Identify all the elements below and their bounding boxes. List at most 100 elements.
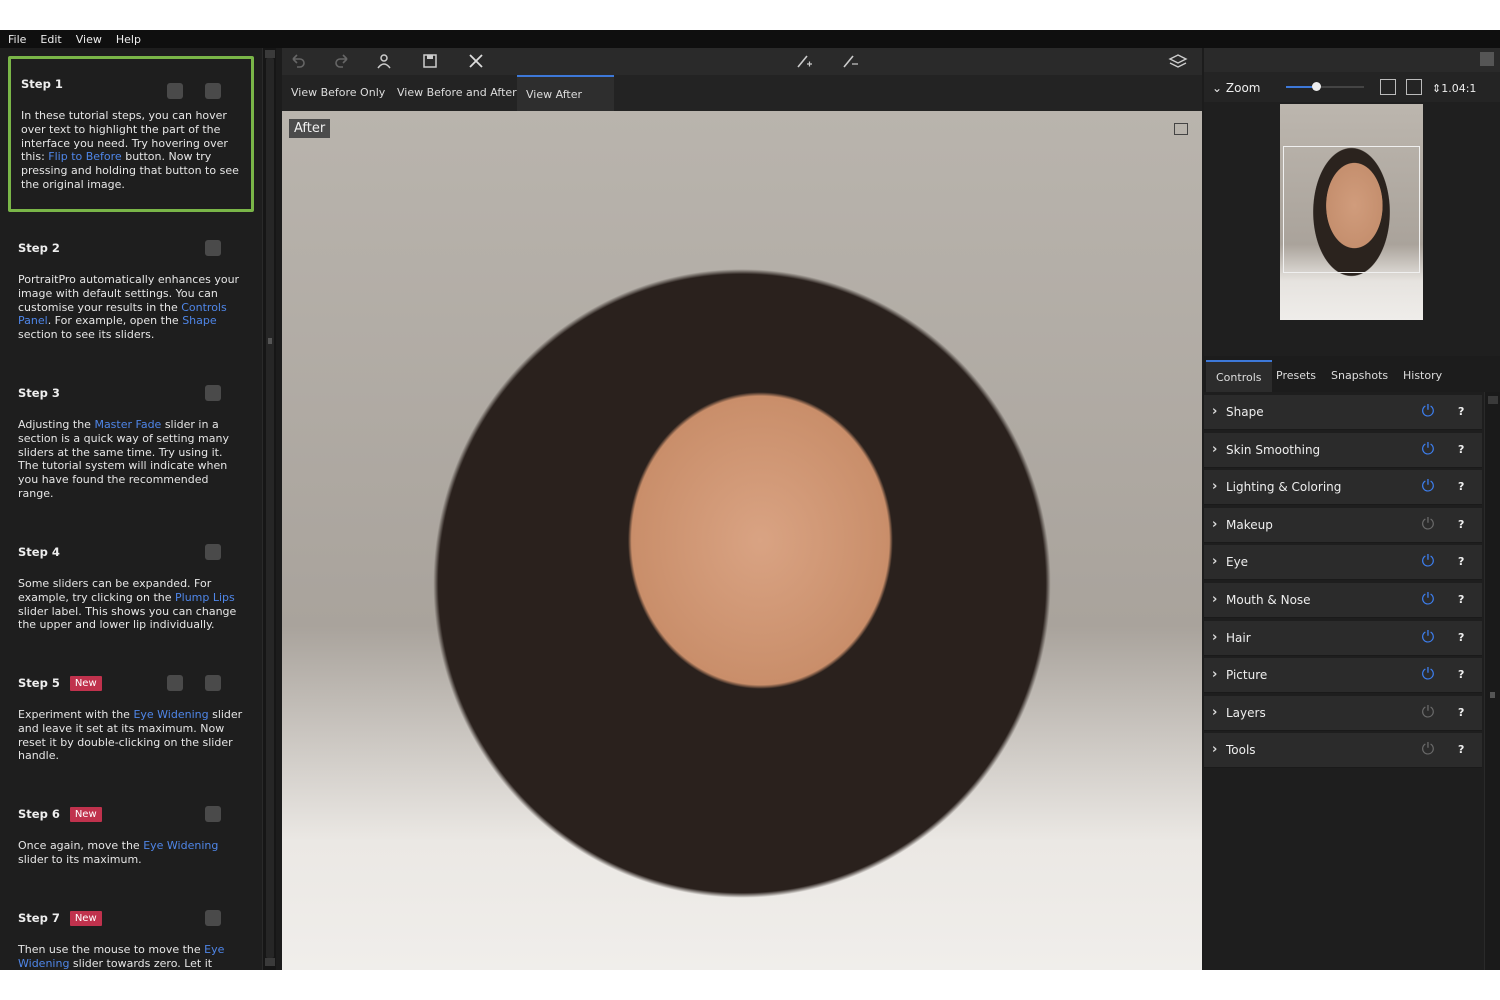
section-picture[interactable]: › Picture ⏻? [1204,658,1482,694]
power-icon[interactable]: ⏻ [1420,741,1436,757]
tab-presets[interactable]: Presets [1266,360,1326,392]
section-label[interactable]: Skin Smoothing [1226,443,1320,457]
brush-remove-icon[interactable] [840,52,860,72]
tutorial-highlight-link[interactable]: Plump Lips [175,591,235,604]
chevron-right-icon[interactable]: › [1212,742,1217,757]
zoom-face-icon[interactable] [1406,79,1422,95]
thumbs-down-icon[interactable] [167,83,183,99]
panel-options-icon[interactable] [1480,52,1494,66]
zoom-label[interactable]: ⌄ Zoom [1212,81,1260,95]
controls-scrollbar[interactable] [1484,392,1500,970]
scroll-up-arrow[interactable] [1488,396,1498,404]
tutorial-step-1[interactable]: Step 1 In these tutorial steps, you can … [8,56,254,212]
power-icon[interactable]: ⏻ [1420,553,1436,569]
photo-canvas[interactable]: After [282,111,1202,970]
popout-icon[interactable] [1174,123,1188,135]
tutorial-highlight-link[interactable]: Master Fade [94,418,161,431]
tutorial-step-3[interactable]: Step 3 Adjusting the Master Fade slider … [8,377,254,527]
section-label[interactable]: Makeup [1226,518,1273,532]
chevron-right-icon[interactable]: › [1212,517,1217,532]
power-icon[interactable]: ⏻ [1420,515,1436,532]
help-icon[interactable]: ? [1458,593,1464,606]
undo-icon[interactable] [288,52,308,72]
section-label[interactable]: Lighting & Coloring [1226,480,1341,494]
tutorial-highlight-link[interactable]: Eye Widening [143,839,218,852]
section-label[interactable]: Hair [1226,631,1251,645]
help-icon[interactable]: ? [1458,443,1464,456]
help-icon[interactable]: ? [1458,631,1464,644]
help-icon[interactable]: ? [1458,706,1464,719]
chevron-right-icon[interactable]: › [1212,554,1217,569]
thumbs-up-icon[interactable] [205,544,221,560]
thumbs-up-icon[interactable] [205,806,221,822]
power-icon[interactable]: ⏻ [1420,703,1436,720]
chevron-right-icon[interactable]: › [1212,404,1217,419]
navigator-viewport-box[interactable] [1283,146,1420,273]
chevron-right-icon[interactable]: › [1212,667,1217,682]
menu-file[interactable]: File [8,33,26,46]
help-icon[interactable]: ? [1458,668,1464,681]
scroll-down-arrow[interactable] [265,958,275,966]
section-mouth-nose[interactable]: › Mouth & Nose ⏻? [1204,583,1482,618]
help-icon[interactable]: ? [1458,555,1464,568]
section-label[interactable]: Tools [1226,743,1256,757]
zoom-slider[interactable] [1286,86,1364,88]
section-label[interactable]: Mouth & Nose [1226,593,1311,607]
chevron-right-icon[interactable]: › [1212,705,1217,720]
section-label[interactable]: Eye [1226,555,1248,569]
thumbs-up-icon[interactable] [205,675,221,691]
power-icon[interactable]: ⏻ [1420,591,1436,607]
tutorial-step-6[interactable]: Step 6 New Once again, move the Eye Wide… [8,798,254,888]
redo-icon[interactable] [332,52,352,72]
section-label[interactable]: Picture [1226,668,1267,682]
thumbs-up-icon[interactable] [205,83,221,99]
tutorial-step-5[interactable]: Step 5 New Experiment with the Eye Widen… [8,667,254,797]
fit-screen-icon[interactable] [1380,79,1396,95]
section-layers[interactable]: › Layers ⏻? [1204,695,1482,731]
zoom-slider-handle[interactable] [1312,82,1321,91]
thumbs-down-icon[interactable] [167,675,183,691]
help-icon[interactable]: ? [1458,405,1464,418]
tutorial-highlight-link[interactable]: Shape [182,314,216,327]
thumbs-up-icon[interactable] [205,385,221,401]
chevron-right-icon[interactable]: › [1212,630,1217,645]
brush-add-icon[interactable] [794,52,814,72]
thumbs-up-icon[interactable] [205,240,221,256]
tutorial-highlight-link[interactable]: Flip to Before [48,150,121,163]
thumbs-up-icon[interactable] [205,910,221,926]
tab-history[interactable]: History [1393,360,1452,392]
layers-icon[interactable] [1168,52,1188,72]
menu-help[interactable]: Help [116,33,141,46]
chevron-right-icon[interactable]: › [1212,479,1217,494]
section-lighting-coloring[interactable]: › Lighting & Coloring ⏻? [1204,470,1482,506]
menu-edit[interactable]: Edit [40,33,61,46]
scrollbar-grip[interactable] [1490,692,1495,698]
menu-view[interactable]: View [76,33,102,46]
navigator-thumbnail[interactable] [1280,104,1423,320]
tutorial-step-2[interactable]: Step 2 PortraitPro automatically enhance… [8,232,254,362]
section-hair[interactable]: › Hair ⏻? [1204,620,1482,656]
tutorial-scrollbar[interactable] [262,48,276,970]
power-icon[interactable]: ⏻ [1420,403,1436,419]
section-makeup[interactable]: › Makeup ⏻? [1204,507,1482,543]
tab-view-before-and-after[interactable]: View Before and After [388,75,526,111]
section-eye[interactable]: › Eye ⏻? [1204,545,1482,581]
power-icon[interactable]: ⏻ [1420,628,1436,645]
tab-controls[interactable]: Controls [1206,360,1272,392]
section-label[interactable]: Layers [1226,706,1266,720]
tab-snapshots[interactable]: Snapshots [1321,360,1398,392]
tutorial-step-7[interactable]: Step 7 New Then use the mouse to move th… [8,902,254,970]
chevron-right-icon[interactable]: › [1212,442,1217,457]
close-icon[interactable] [466,52,486,72]
section-shape[interactable]: › Shape ⏻? [1204,395,1482,430]
scroll-up-arrow[interactable] [265,50,275,58]
tutorial-step-4[interactable]: Step 4 Some sliders can be expanded. For… [8,536,254,656]
tab-view-after-only[interactable]: View After Only [517,75,614,137]
power-icon[interactable]: ⏻ [1420,478,1436,494]
section-skin-smoothing[interactable]: › Skin Smoothing ⏻? [1204,432,1482,468]
save-icon[interactable] [420,52,440,72]
power-icon[interactable]: ⏻ [1420,440,1436,457]
tutorial-highlight-link[interactable]: Eye Widening [133,708,208,721]
help-icon[interactable]: ? [1458,518,1464,531]
section-label[interactable]: Shape [1226,405,1264,419]
